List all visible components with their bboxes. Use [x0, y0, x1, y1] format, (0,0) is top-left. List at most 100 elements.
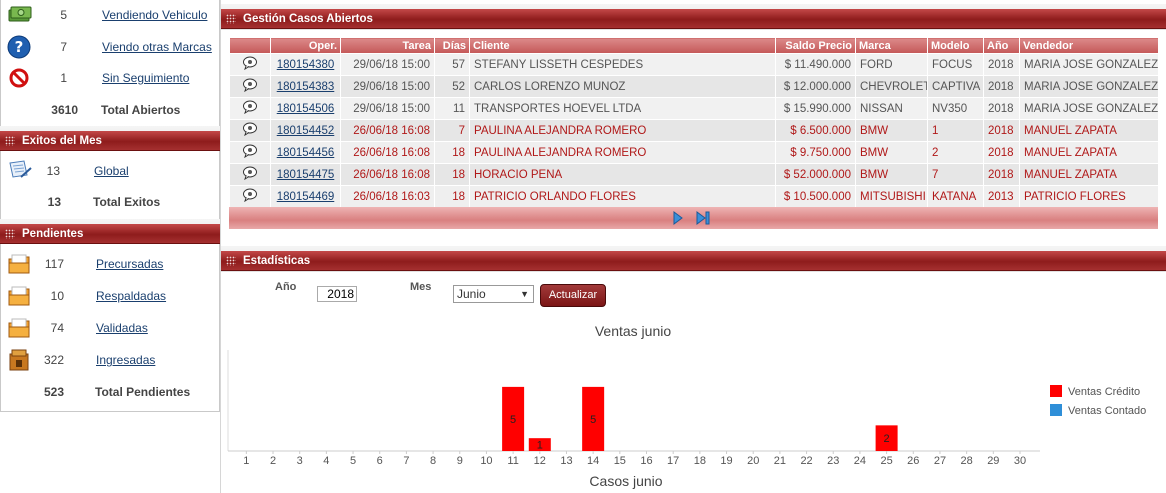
vendedor-cell: MARIA JOSE GONZALEZ [1019, 53, 1159, 76]
cliente-cell: TRANSPORTES HOEVEL LTDA [469, 97, 776, 120]
global-link[interactable]: Global [94, 159, 129, 183]
comment-icon[interactable] [242, 100, 258, 117]
row-icon-cell [229, 185, 271, 208]
precursadas-link[interactable]: Precursadas [96, 252, 163, 276]
oper-link[interactable]: 180154475 [277, 169, 335, 181]
viendo-otras-marcas-link[interactable]: Viendo otras Marcas [102, 35, 212, 59]
x-tick-label: 14 [587, 455, 599, 467]
x-tick-label: 15 [614, 455, 626, 467]
oper-link[interactable]: 180154380 [277, 59, 335, 71]
x-tick-label: 17 [667, 455, 679, 467]
grip-icon [226, 14, 236, 24]
comment-icon[interactable] [242, 166, 258, 183]
col-header-anio[interactable]: Año [983, 37, 1020, 54]
month-select[interactable]: Junio ▼ [453, 285, 534, 303]
casos-table: Oper. Tarea Días Cliente Saldo Precio Ma… [229, 37, 1159, 208]
oper-link[interactable]: 180154506 [277, 103, 335, 115]
month-selected-value: Junio [457, 287, 486, 301]
col-header-marca[interactable]: Marca [855, 37, 928, 54]
oper-link[interactable]: 180154456 [277, 147, 335, 159]
casos-header: Gestión Casos Abiertos [221, 9, 1166, 29]
oper-link[interactable]: 180154383 [277, 81, 335, 93]
tarea-cell: 26/06/18 16:08 [340, 141, 435, 164]
col-header-modelo[interactable]: Modelo [927, 37, 984, 54]
vendedor-cell: MARIA JOSE GONZALEZ [1019, 97, 1159, 120]
x-tick-label: 16 [640, 455, 652, 467]
next-page-icon[interactable] [670, 210, 686, 226]
marca-cell: NISSAN [855, 97, 928, 120]
status-summary-box: 5 Vendiendo Vehiculo ? 7 Viendo otras Ma… [0, 0, 220, 128]
col-header-vendedor[interactable]: Vendedor [1019, 37, 1159, 54]
col-header-cliente[interactable]: Cliente [469, 37, 776, 54]
comment-icon[interactable] [242, 78, 258, 95]
total-abiertos-label: Total Abiertos [101, 103, 181, 117]
marca-cell: CHEVROLET [855, 75, 928, 98]
x-tick-label: 12 [534, 455, 546, 467]
table-row: 180154475 26/06/18 16:08 18 HORACIO PENA $ 5… [229, 163, 1159, 186]
x-tick-label: 28 [961, 455, 973, 467]
oper-cell: 180154469 [270, 185, 341, 208]
comment-icon[interactable] [242, 188, 258, 205]
pendientes-row-ingresadas: 322 Ingresadas [1, 348, 219, 372]
dias-cell: 11 [434, 97, 470, 120]
modelo-cell: NV350 [927, 97, 984, 120]
chart-x-ticks: 1 2 3 4 5 6 7 8 9 10 11 12 13 14 15 16 17 18 19 20 21 22 23 24 2… [243, 451, 1026, 467]
x-tick-label: 13 [560, 455, 572, 467]
vendedor-cell: MARIA JOSE GONZALEZ [1019, 75, 1159, 98]
saldo-cell: $ 12.000.000 [775, 75, 856, 98]
modelo-cell: 7 [927, 163, 984, 186]
table-row: 180154506 29/06/18 15:00 11 TRANSPORTES HOE… [229, 97, 1159, 120]
grip-icon [5, 229, 15, 239]
col-header-saldo[interactable]: Saldo Precio [775, 37, 856, 54]
total-exitos-count: 13 [47, 195, 61, 209]
col-header-oper[interactable]: Oper. [270, 37, 341, 54]
tarea-cell: 26/06/18 16:03 [340, 185, 435, 208]
pendientes-row-validadas: 74 Validadas [1, 316, 219, 340]
oper-link[interactable]: 180154452 [277, 125, 335, 137]
validadas-link[interactable]: Validadas [96, 316, 148, 340]
col-header-icon [229, 37, 271, 54]
x-tick-label: 8 [430, 455, 436, 467]
cliente-cell: HORACIO PENA [469, 163, 776, 186]
col-header-dias[interactable]: Días [434, 37, 470, 54]
legend-label[interactable]: Ventas Crédito [1068, 386, 1140, 398]
row-icon-cell [229, 163, 271, 186]
legend-swatch [1050, 404, 1062, 416]
total-pendientes-row: 523 Total Pendientes [1, 380, 219, 404]
anio-cell: 2018 [983, 75, 1020, 98]
comment-icon[interactable] [242, 56, 258, 73]
dias-cell: 18 [434, 185, 470, 208]
legend-label[interactable]: Ventas Contado [1068, 405, 1146, 417]
comment-icon[interactable] [242, 144, 258, 161]
col-header-tarea[interactable]: Tarea [340, 37, 435, 54]
ingresadas-link[interactable]: Ingresadas [96, 348, 155, 372]
tarea-cell: 29/06/18 15:00 [340, 75, 435, 98]
anio-cell: 2018 [983, 141, 1020, 164]
anio-cell: 2018 [983, 119, 1020, 142]
oper-cell: 180154380 [270, 53, 341, 76]
oper-link[interactable]: 180154469 [277, 191, 335, 203]
comment-icon[interactable] [242, 122, 258, 139]
respaldadas-link[interactable]: Respaldadas [96, 284, 166, 308]
total-exitos-row: 13 Total Exitos [1, 190, 219, 214]
x-tick-label: 29 [987, 455, 999, 467]
status-count: 5 [60, 8, 67, 22]
table-row: 180154380 29/06/18 15:00 57 STEFANY LISSETH… [229, 53, 1159, 76]
actualizar-button[interactable]: Actualizar [540, 284, 606, 307]
pendientes-header: Pendientes [0, 224, 220, 244]
marca-cell: MITSUBISHI [855, 185, 928, 208]
x-tick-label: 27 [934, 455, 946, 467]
row-icon-cell [229, 119, 271, 142]
vendiendo-vehiculo-link[interactable]: Vendiendo Vehiculo [102, 3, 207, 27]
cliente-cell: PATRICIO ORLANDO FLORES [469, 185, 776, 208]
marca-cell: BMW [855, 163, 928, 186]
x-tick-label: 18 [694, 455, 706, 467]
year-input[interactable] [317, 286, 357, 302]
marca-cell: FORD [855, 53, 928, 76]
x-tick-label: 4 [323, 455, 329, 467]
last-page-icon[interactable] [695, 210, 711, 226]
x-tick-label: 21 [774, 455, 786, 467]
sin-seguimiento-link[interactable]: Sin Seguimiento [102, 66, 189, 90]
dias-cell: 52 [434, 75, 470, 98]
anio-cell: 2018 [983, 163, 1020, 186]
